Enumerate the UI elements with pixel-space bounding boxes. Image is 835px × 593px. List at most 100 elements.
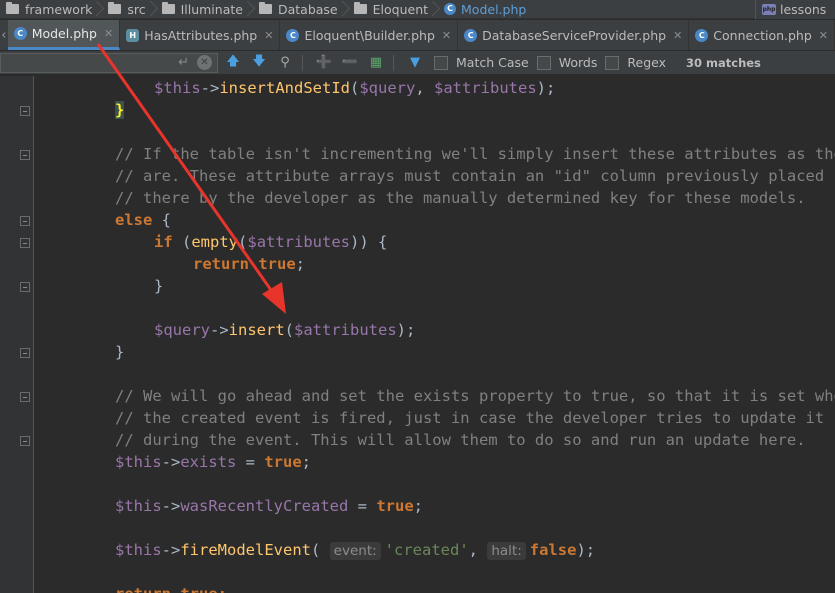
toolbar-divider: [393, 54, 394, 71]
editor-tabs: ‹ Model.php ✕ HasAttributes.php ✕ Eloquent…: [0, 20, 835, 51]
fold-marker-icon[interactable]: [20, 216, 30, 226]
tab-hasattributes-php[interactable]: HasAttributes.php ✕: [120, 20, 281, 50]
tab-connection-php[interactable]: Connection.php ✕: [689, 20, 835, 50]
words-checkbox[interactable]: Words: [536, 55, 598, 70]
code-line: $query->insert($attributes);: [154, 321, 416, 339]
close-icon[interactable]: ✕: [819, 29, 828, 42]
breadcrumb-label: Model.php: [461, 1, 527, 17]
code-token: else: [115, 211, 153, 229]
find-in-path-icon[interactable]: ⚲: [274, 53, 296, 73]
code-token: true: [264, 453, 302, 471]
class-icon: [695, 28, 709, 42]
checkbox-box[interactable]: [536, 55, 551, 70]
match-case-checkbox[interactable]: Match Case: [434, 55, 529, 70]
chevron-right-icon: [148, 0, 156, 18]
fold-marker-icon[interactable]: [20, 436, 30, 446]
close-icon[interactable]: ✕: [104, 27, 113, 40]
close-icon[interactable]: ✕: [673, 29, 682, 42]
next-occurrence-icon[interactable]: 🡇: [248, 53, 270, 73]
fold-marker-icon[interactable]: [20, 282, 30, 292]
comment-line: // the created event is fired, just in c…: [115, 409, 825, 427]
code-line: if (empty($attributes)) {: [154, 233, 388, 251]
code-token: $attributes: [294, 321, 397, 339]
checkbox-box[interactable]: [434, 55, 448, 70]
class-icon: [286, 28, 300, 42]
tab-label: DatabaseServiceProvider.php: [482, 27, 667, 43]
fold-marker-icon[interactable]: [20, 106, 30, 116]
code-line: }: [154, 277, 164, 295]
fold-marker-icon[interactable]: [20, 348, 30, 358]
breadcrumb-label: Illuminate: [180, 1, 243, 17]
code-editor[interactable]: $this->insertAndSetId($query, $attribute…: [35, 76, 835, 593]
code-token: 'created': [384, 541, 469, 559]
code-token: true: [376, 497, 414, 515]
tab-label: Eloquent\Builder.php: [304, 27, 435, 43]
tab-databaseserviceprovider-php[interactable]: DatabaseServiceProvider.php ✕: [458, 20, 690, 50]
breadcrumb: framework src Illuminate Database Eloque…: [0, 0, 835, 19]
tab-builder-php[interactable]: Eloquent\Builder.php ✕: [280, 20, 459, 50]
remove-occurrence-icon[interactable]: ➖: [339, 53, 361, 73]
breadcrumb-label: Eloquent: [372, 1, 429, 17]
project-selector[interactable]: php lessons: [755, 0, 835, 19]
code-token: if: [154, 233, 173, 251]
breadcrumb-item-database[interactable]: Database: [253, 0, 340, 18]
checkbox-label: Words: [558, 55, 598, 70]
trait-icon: [126, 28, 140, 42]
code-line: $this->wasRecentlyCreated = true;: [115, 497, 423, 515]
code-token: $query: [154, 321, 210, 339]
clear-search-icon[interactable]: ✕: [197, 55, 212, 70]
checkbox-label: Regex: [627, 55, 666, 70]
folder-icon: [108, 2, 122, 14]
class-icon: C: [444, 3, 457, 15]
breadcrumb-item-src[interactable]: src: [102, 0, 147, 18]
fold-marker-icon[interactable]: [20, 238, 30, 248]
fold-marker-icon[interactable]: [20, 392, 30, 402]
chevron-right-icon: [430, 0, 438, 18]
previous-occurrence-icon[interactable]: 🡅: [222, 53, 244, 73]
filter-icon[interactable]: ▼: [404, 53, 426, 73]
code-line: else {: [115, 211, 171, 229]
fold-marker-icon[interactable]: [20, 150, 30, 160]
code-token: exists: [180, 453, 237, 471]
code-line: }: [115, 99, 125, 121]
code-line: $this->insertAndSetId($query, $attribute…: [154, 79, 556, 97]
find-bar: ↵ ✕ 🡅 🡇 ⚲ ➕ ➖ ▦ ▼ Match Case Words Regex…: [0, 51, 835, 75]
code-token: empty: [191, 233, 239, 251]
checkbox-box[interactable]: [605, 55, 620, 70]
breadcrumb-item-eloquent[interactable]: Eloquent: [348, 0, 430, 18]
code-token: $attributes: [434, 79, 537, 97]
tab-model-php[interactable]: Model.php ✕: [7, 20, 121, 50]
breadcrumb-label: Database: [277, 1, 338, 17]
code-token: false: [529, 541, 577, 559]
close-icon[interactable]: ✕: [264, 29, 273, 42]
breadcrumb-item-model-php[interactable]: C Model.php: [438, 0, 528, 18]
select-all-occurrences-icon[interactable]: ▦: [365, 53, 387, 73]
toolbar-divider: [302, 54, 303, 71]
find-input[interactable]: ↵ ✕: [0, 52, 218, 73]
comment-line: // during the event. This will allow the…: [115, 431, 806, 449]
code-token: wasRecentlyCreated: [180, 497, 349, 515]
checkbox-label: Match Case: [456, 55, 529, 70]
breadcrumb-item-illuminate[interactable]: Illuminate: [156, 0, 245, 18]
regex-checkbox[interactable]: Regex: [605, 55, 666, 70]
enter-icon: ↵: [178, 55, 189, 70]
code-line: return true;: [193, 255, 305, 273]
tab-scroll-left-icon[interactable]: ‹: [0, 20, 8, 50]
code-token: $query: [359, 79, 416, 97]
code-token: $this: [115, 497, 162, 515]
folder-icon: [6, 2, 19, 14]
parameter-hint-event: event:: [329, 542, 381, 560]
breadcrumb-label: framework: [25, 1, 93, 17]
add-occurrence-icon[interactable]: ➕: [313, 53, 335, 73]
class-icon: [13, 27, 27, 40]
code-line: }: [115, 343, 125, 361]
code-token: $this: [115, 453, 162, 471]
tab-label: Model.php: [31, 26, 97, 41]
class-icon: [464, 28, 478, 42]
code-token: return true: [193, 255, 296, 273]
close-icon[interactable]: ✕: [442, 29, 451, 42]
code-line: $this->fireModelEvent( event:'created', …: [115, 541, 596, 560]
breadcrumb-item-framework[interactable]: framework: [0, 0, 94, 18]
code-token: $attributes: [247, 233, 351, 251]
folder-icon: [161, 2, 175, 14]
